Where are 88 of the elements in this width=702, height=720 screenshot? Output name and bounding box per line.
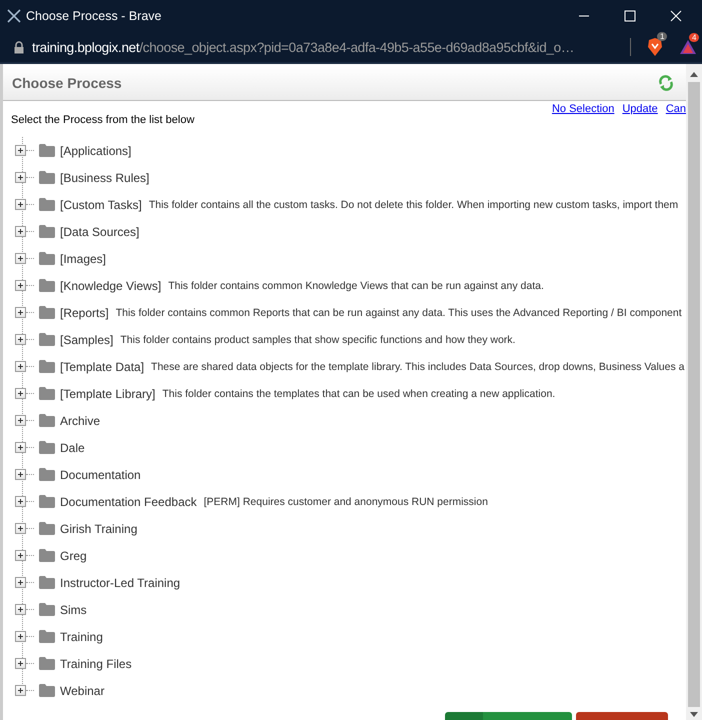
folder-name[interactable]: [Data Sources] [60,224,140,238]
folder-icon [39,549,55,562]
folder-icon [39,306,55,319]
folder-name[interactable]: Instructor-Led Training [60,576,180,590]
folder-description: [PERM] Requires customer and anonymous RUN permission [204,496,488,508]
folder-description: This folder contains common Reports that can be run against any data. This uses the Advanced Reporting / BI component [116,306,682,318]
expand-toggle[interactable] [15,577,26,588]
expand-toggle[interactable] [15,388,26,399]
folder-name[interactable]: Girish Training [60,522,138,536]
folder-description: This folder contains all the custom tasks. Do not delete this folder. When importing new custom tasks, import them [148,198,678,210]
folder-icon [39,360,55,373]
folder-icon [39,414,55,427]
folder-icon [39,576,55,589]
scrollbar[interactable] [686,64,702,720]
folder-description: This folder contains the templates that can be used when creating a new application. [162,388,556,400]
address-url[interactable]: training.bplogix.net/choose_object.aspx?pid=0a73a8e4-adfa-49b5-a55e-d69ad8a95cbf&id_o… [32,40,622,54]
folder-name[interactable]: Training Files [60,656,132,670]
folder-description: This folder contains common Knowledge Views that can be run against any data. [168,280,544,292]
expand-toggle[interactable] [15,361,26,372]
folder-name[interactable]: [Samples] [60,332,114,346]
folder-icon [39,252,55,265]
folder-icon [39,657,55,670]
folder-name[interactable]: Sims [60,602,87,616]
folder-icon [39,225,55,238]
folder-name[interactable]: Greg [60,548,87,562]
folder-icon [39,522,55,535]
link[interactable]: Can [666,103,686,137]
expand-toggle[interactable] [15,334,26,345]
link[interactable]: No Selection [552,103,614,137]
instruction-text: Select the Process from the list below [11,114,194,128]
folder-icon [39,441,55,454]
scroll-down-icon[interactable] [690,712,698,717]
folder-icon [39,603,55,616]
expand-toggle[interactable] [15,442,26,453]
folder-icon [39,198,55,211]
expand-toggle[interactable] [15,145,26,156]
folder-name[interactable]: [Reports] [60,306,109,320]
folder-icon [39,333,55,346]
expand-toggle[interactable] [15,523,26,534]
expand-toggle[interactable] [15,307,26,318]
expand-toggle[interactable] [15,496,26,507]
alerts-count: 4 [689,33,700,42]
expand-toggle[interactable] [15,253,26,264]
folder-icon [39,144,55,157]
expand-toggle[interactable] [15,658,26,669]
shields-count: 1 [657,32,668,41]
panel-title: Choose Process [12,75,122,91]
expand-toggle[interactable] [15,604,26,615]
folder-icon [39,495,55,508]
folder-description: This folder contains product samples that show specific functions and how they work. [120,334,516,346]
folder-name[interactable]: Documentation [60,468,141,482]
expand-toggle[interactable] [15,199,26,210]
triangle-icon[interactable] [679,39,697,55]
folder-icon [39,387,55,400]
lock-icon [14,40,24,54]
folder-name[interactable]: [Custom Tasks] [60,198,142,212]
expand-toggle[interactable] [15,469,26,480]
folder-name[interactable]: [Knowledge Views] [60,278,162,292]
folder-name[interactable]: [Business Rules] [60,170,150,184]
maximize-icon[interactable] [624,10,636,22]
scroll-up-icon[interactable] [690,72,698,77]
scrollbar-thumb[interactable] [688,82,700,707]
folder-name[interactable]: [Template Data] [60,360,144,374]
folder-name[interactable]: Webinar [60,684,104,698]
expand-toggle[interactable] [15,631,26,642]
expand-toggle[interactable] [15,550,26,561]
folder-name[interactable]: [Images] [60,252,106,266]
folder-icon [39,630,55,643]
expand-toggle[interactable] [15,415,26,426]
expand-toggle[interactable] [15,280,26,291]
folder-icon [39,171,55,184]
expand-toggle[interactable] [15,685,26,696]
folder-description: These are shared data objects for the template library. This includes Data Sources, drop downs, Business Values a [151,360,684,372]
folder-icon [39,468,55,481]
refresh-icon[interactable] [658,75,674,91]
link[interactable]: Update [622,103,658,137]
folder-name[interactable]: Dale [60,440,85,454]
folder-name[interactable]: Documentation Feedback [60,494,197,508]
expand-toggle[interactable] [15,226,26,237]
folder-icon [39,684,55,697]
folder-icon [39,279,55,292]
folder-name[interactable]: Archive [60,414,100,428]
folder-name[interactable]: [Applications] [60,144,132,158]
expand-toggle[interactable] [15,172,26,183]
folder-name[interactable]: Training [60,630,103,644]
window-title: Choose Process - Brave [26,9,162,23]
folder-name[interactable]: [Template Library] [60,386,156,400]
close-icon[interactable] [670,10,682,22]
